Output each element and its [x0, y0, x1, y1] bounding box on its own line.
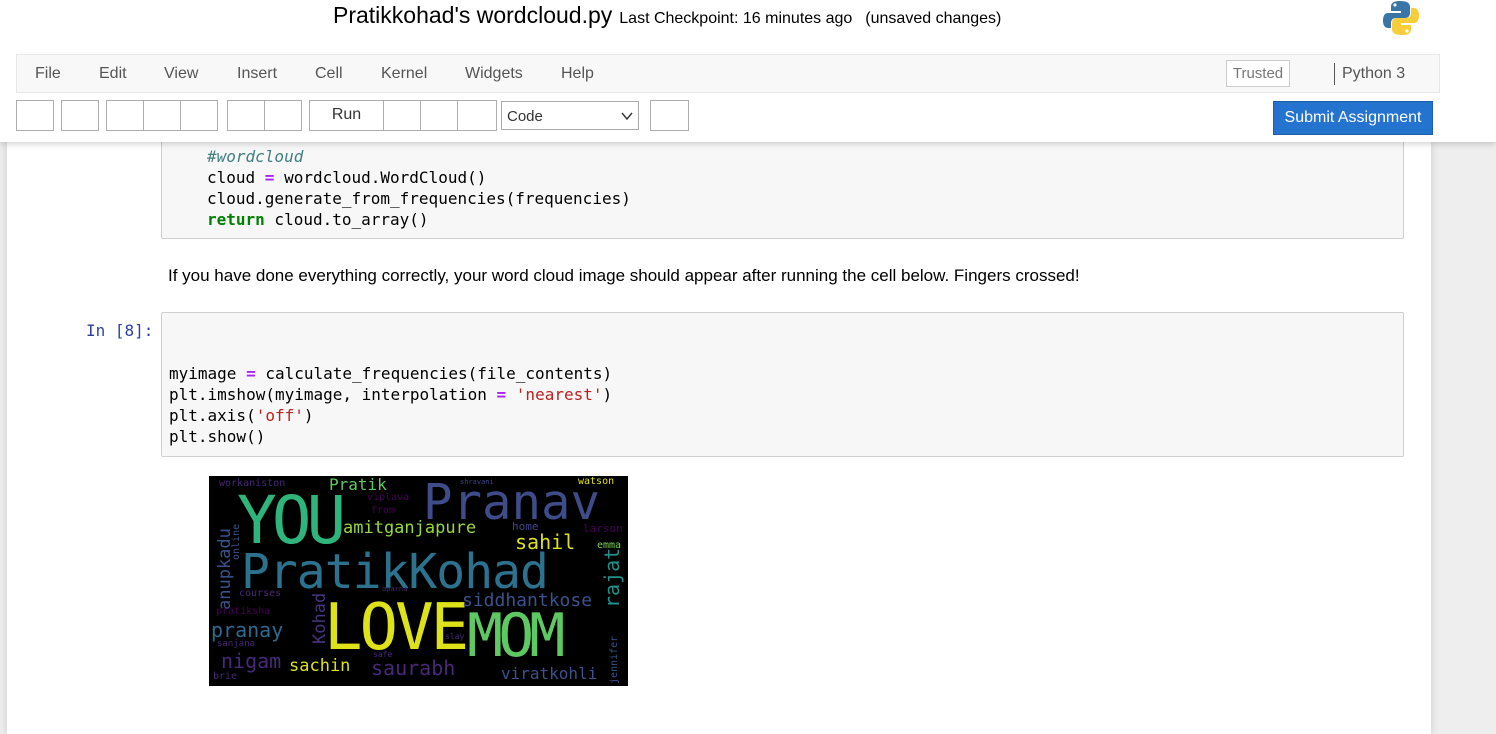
- code-line: return cloud.to_array(): [207, 210, 429, 229]
- code-line: cloud.generate_from_frequencies(frequenc…: [207, 189, 631, 208]
- word: workaniston: [219, 478, 286, 489]
- cut-button[interactable]: [106, 100, 144, 131]
- checkpoint-status: Last Checkpoint: 16 minutes ago: [619, 10, 853, 27]
- word: viratkohli: [501, 664, 598, 683]
- chevron-down-icon: [621, 112, 633, 121]
- cell-type-select[interactable]: Code: [501, 101, 639, 130]
- menu-edit[interactable]: Edit: [99, 55, 127, 94]
- word: sanjana: [217, 639, 255, 649]
- code-cell-input[interactable]: #wordcloud cloud = wordcloud.WordCloud()…: [161, 142, 1404, 239]
- python-logo-icon: [1383, 1, 1419, 35]
- word: home: [512, 520, 539, 533]
- run-label: Run: [331, 106, 362, 123]
- menu-cell[interactable]: Cell: [315, 55, 343, 94]
- unsaved-indicator: (unsaved changes): [865, 10, 1002, 27]
- word: siddhantkose: [462, 590, 593, 611]
- code-line: plt.imshow(myimage, interpolation = 'nea…: [169, 385, 613, 404]
- word: sahil: [515, 530, 576, 554]
- menu-file[interactable]: File: [35, 55, 61, 94]
- save-button[interactable]: [16, 100, 54, 131]
- word: brie: [213, 671, 238, 682]
- word: slay: [445, 632, 465, 641]
- word: aparna: [382, 585, 408, 593]
- markdown-text: If you have done everything correctly, y…: [168, 266, 1080, 285]
- menu-widgets[interactable]: Widgets: [465, 55, 523, 94]
- paste-button[interactable]: [180, 100, 218, 131]
- menu-kernel[interactable]: Kernel: [381, 55, 427, 94]
- notebook-container: #wordcloud cloud = wordcloud.WordCloud()…: [7, 142, 1431, 734]
- menu-insert[interactable]: Insert: [237, 55, 277, 94]
- input-prompt: In [8]:: [86, 321, 154, 340]
- word: larson: [583, 522, 623, 535]
- word: saurabh: [371, 656, 456, 680]
- submit-assignment-button[interactable]: Submit Assignment: [1273, 101, 1433, 135]
- word: online: [231, 523, 242, 560]
- copy-button[interactable]: [143, 100, 181, 131]
- kernel-name: Python 3: [1342, 65, 1406, 82]
- word: MOM: [467, 601, 565, 671]
- word: amitganjapure: [343, 518, 477, 538]
- menu-help[interactable]: Help: [561, 55, 594, 94]
- code-line: plt.axis('off'): [169, 406, 314, 425]
- word: shravani: [460, 478, 494, 486]
- interrupt-button[interactable]: [383, 100, 421, 131]
- run-button[interactable]: Run: [309, 100, 384, 131]
- word: emma: [597, 540, 622, 551]
- kernel-divider: [1334, 63, 1335, 85]
- wordcloud-image: YOU Pranav PratikKohad LOVE MOM Pratik a…: [209, 476, 628, 686]
- notebook-name[interactable]: Pratikkohad's wordcloud.py: [333, 0, 612, 30]
- restart-run-all-button[interactable]: [457, 100, 497, 131]
- word: safe: [373, 650, 393, 659]
- word: Pratik: [329, 476, 387, 494]
- code-line: cloud = wordcloud.WordCloud(): [207, 168, 487, 187]
- move-down-button[interactable]: [264, 100, 302, 131]
- notebook-header: Pratikkohad's wordcloud.py Last Checkpoi…: [0, 0, 1496, 142]
- move-up-button[interactable]: [227, 100, 265, 131]
- code-cell-input[interactable]: myimage = calculate_frequencies(file_con…: [161, 312, 1404, 457]
- word: nigam: [221, 649, 282, 673]
- code-line: #wordcloud: [207, 147, 304, 166]
- word: pranay: [211, 618, 284, 642]
- code-line: myimage = calculate_frequencies(file_con…: [169, 364, 613, 383]
- word: Kohad: [310, 592, 330, 644]
- word: rajat: [600, 547, 624, 608]
- menu-view[interactable]: View: [164, 55, 198, 94]
- command-palette-button[interactable]: [650, 100, 689, 131]
- title-row: Pratikkohad's wordcloud.py Last Checkpoi…: [333, 0, 1001, 34]
- code-line: plt.show(): [169, 427, 266, 446]
- insert-cell-button[interactable]: [61, 100, 99, 131]
- word: watson: [578, 476, 615, 487]
- word: sachin: [289, 656, 351, 676]
- word: pratiksha: [216, 606, 271, 617]
- word: viplava: [367, 492, 410, 503]
- word: from: [371, 505, 396, 516]
- restart-button[interactable]: [420, 100, 458, 131]
- word: jennifer: [609, 635, 620, 684]
- word: LOVE: [324, 591, 469, 665]
- word: courses: [239, 588, 282, 599]
- cell-type-value: Code: [507, 108, 543, 125]
- menubar: File Edit View Insert Cell Kernel Widget…: [16, 54, 1440, 93]
- trusted-badge[interactable]: Trusted: [1226, 60, 1290, 87]
